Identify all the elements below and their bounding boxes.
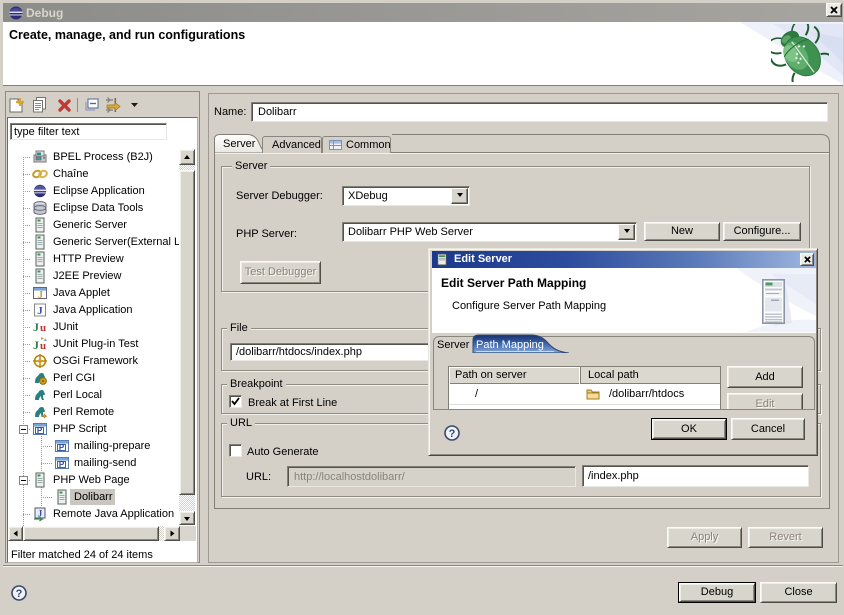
svg-text:?: ? (16, 588, 23, 600)
svg-text:J: J (33, 338, 39, 352)
svg-text:J: J (37, 305, 43, 317)
svg-text:J: J (33, 320, 39, 334)
svg-text:P: P (59, 443, 65, 452)
svg-text:P: P (59, 460, 65, 469)
svg-text:?: ? (449, 428, 456, 440)
svg-text:u: u (40, 340, 46, 352)
svg-text:P: P (37, 426, 43, 435)
svg-text:J: J (38, 290, 43, 301)
svg-text:u: u (40, 322, 46, 334)
